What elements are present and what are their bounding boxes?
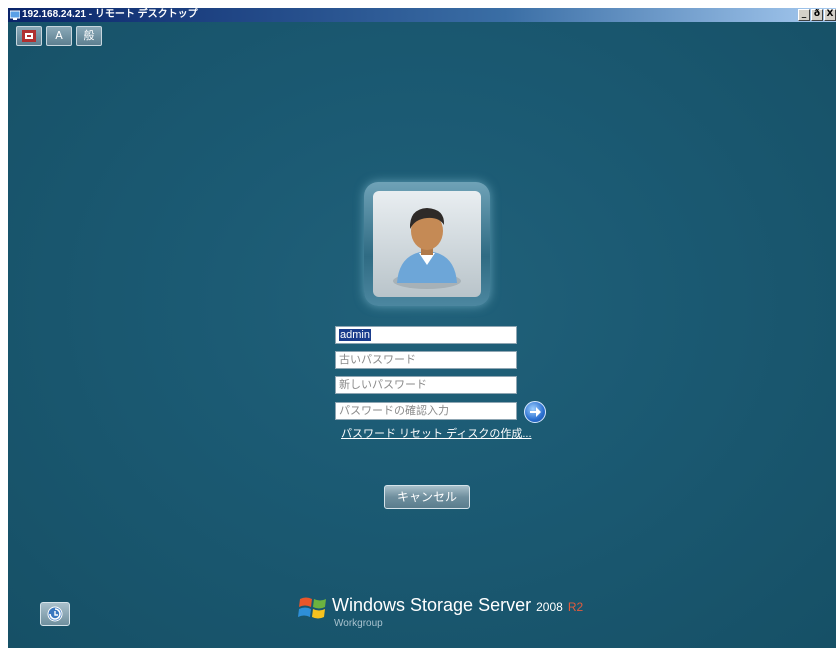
old-password-field[interactable] <box>335 351 517 369</box>
close-button[interactable]: X <box>824 9 836 21</box>
submit-arrow-button[interactable] <box>524 401 546 423</box>
user-tile-frame <box>364 182 490 306</box>
user-avatar-icon <box>393 208 461 289</box>
ease-of-access-icon <box>47 606 63 622</box>
logon-screen: A 般 admin パスワード リセット ディスクの作成... キャンセル Wi… <box>8 22 836 648</box>
ease-of-access-button[interactable] <box>40 602 70 626</box>
window-title: 192.168.24.21 - リモート デスクトップ <box>22 9 198 20</box>
minimize-button[interactable]: _ <box>798 9 810 21</box>
new-password-field[interactable] <box>335 376 517 394</box>
brand-version: 2008 <box>536 600 563 614</box>
brand-edition: Workgroup <box>334 618 383 629</box>
username-field[interactable]: admin <box>335 326 517 344</box>
user-avatar <box>373 191 481 297</box>
ime-toggle-button[interactable] <box>16 26 42 46</box>
username-value: admin <box>339 329 371 341</box>
kana-mode-button[interactable]: 般 <box>76 26 102 46</box>
password-reset-disk-link[interactable]: パスワード リセット ディスクの作成... <box>341 425 532 441</box>
language-bar: A 般 <box>16 26 102 46</box>
restore-button[interactable]: ð <box>811 9 823 21</box>
ime-icon <box>22 30 36 42</box>
windows-flag-icon <box>298 597 326 619</box>
cancel-button[interactable]: キャンセル <box>384 485 470 509</box>
remote-desktop-icon <box>9 10 21 20</box>
input-mode-button[interactable]: A <box>46 26 72 46</box>
window-controls: _ ð X <box>798 9 836 21</box>
arrow-right-icon <box>530 407 541 417</box>
brand-product: Windows Storage Server <box>332 595 532 615</box>
remote-desktop-title-bar[interactable]: 192.168.24.21 - リモート デスクトップ _ ð X <box>8 8 836 22</box>
brand-release: R2 <box>567 600 584 614</box>
brand-name: Windows Storage Server 2008 R2 <box>332 595 583 616</box>
confirm-password-field[interactable] <box>335 402 517 420</box>
